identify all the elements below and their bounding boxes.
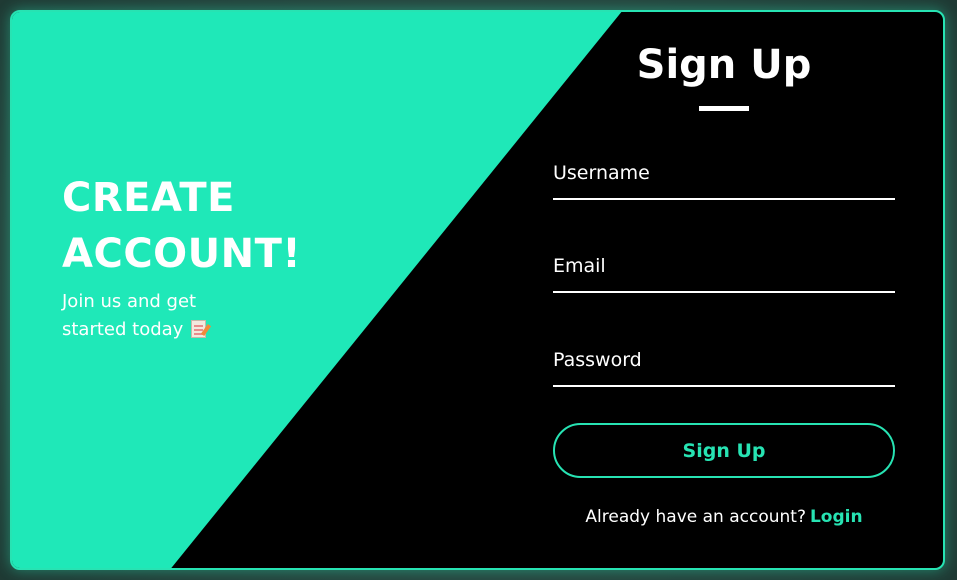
welcome-heading: CREATE ACCOUNT! — [62, 175, 302, 277]
login-prompt: Already have an account? Login — [553, 507, 895, 527]
signup-card: CREATE ACCOUNT! Join us and get started … — [10, 10, 945, 570]
signup-button[interactable]: Sign Up — [553, 423, 895, 478]
password-field[interactable]: Password — [553, 349, 895, 387]
username-label: Username — [553, 162, 650, 184]
email-field[interactable]: Email — [553, 255, 895, 293]
login-prompt-text: Already have an account? — [585, 507, 806, 527]
page-background: CREATE ACCOUNT! Join us and get started … — [0, 0, 957, 580]
email-label: Email — [553, 255, 606, 277]
welcome-subtext-label: Join us and get started today — [62, 291, 197, 340]
login-link[interactable]: Login — [810, 507, 863, 527]
form-title: Sign Up — [636, 42, 812, 88]
welcome-subtext: Join us and get started today — [62, 288, 252, 344]
memo-icon — [191, 320, 207, 338]
password-label: Password — [553, 349, 642, 371]
welcome-panel: CREATE ACCOUNT! Join us and get started … — [62, 170, 362, 344]
title-underline — [699, 106, 749, 111]
username-field[interactable]: Username — [553, 162, 895, 200]
